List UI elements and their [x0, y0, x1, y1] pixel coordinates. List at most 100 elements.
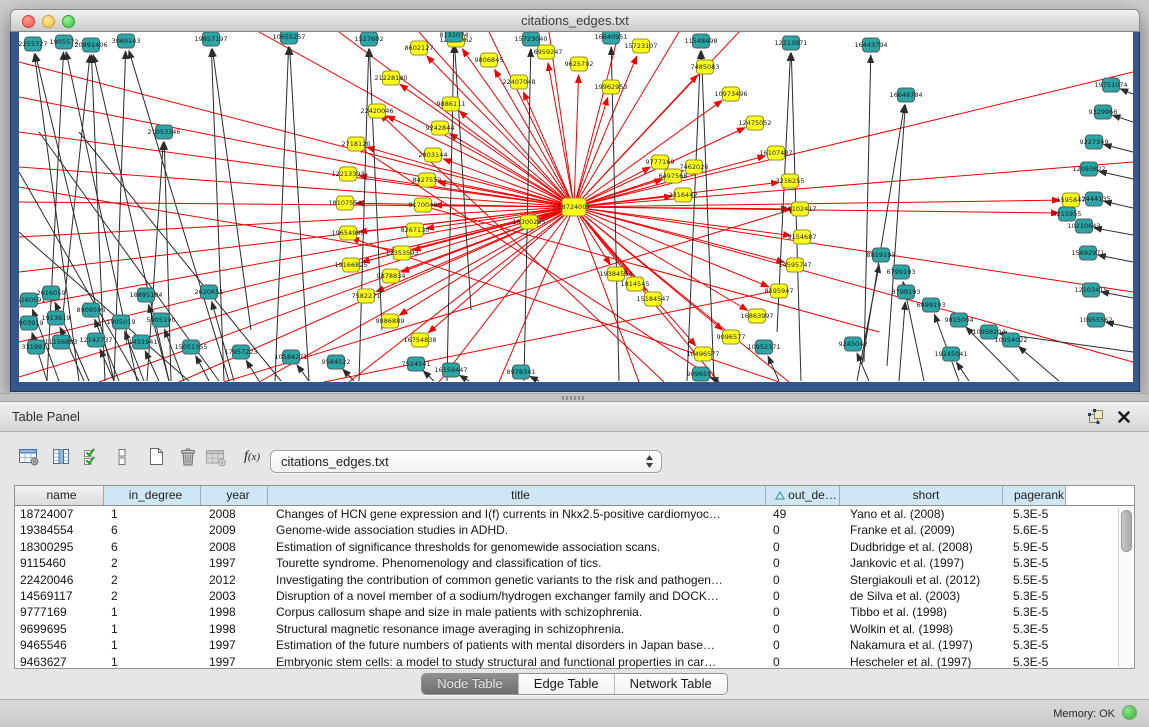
table-cell: Stergiakouli et al. (2012) — [840, 572, 1003, 588]
node-label: 25160591 — [19, 296, 46, 304]
table-row[interactable]: 911546021997Tourette syndrome. Phenomeno… — [15, 555, 1134, 571]
node-label: 10584271 — [274, 353, 307, 361]
network-view-frame: 8602127212281802242004627181201221339318… — [10, 32, 1140, 392]
memory-ok-indicator-icon[interactable] — [1122, 705, 1137, 720]
node-label: 8427552 — [413, 176, 442, 184]
node-label: 12142737 — [79, 336, 112, 344]
delete-table-icon[interactable] — [176, 446, 200, 468]
tab-edge-table[interactable]: Edge Table — [519, 674, 615, 694]
table-cell: Investigating the contribution of common… — [268, 572, 766, 588]
table-cell: 5.6E-5 — [1003, 522, 1066, 538]
table-vertical-scrollbar[interactable] — [1118, 507, 1133, 667]
memory-status-label: Memory: OK — [1053, 707, 1115, 721]
node-label: 9806845 — [475, 56, 504, 64]
node-label: 9096577 — [717, 333, 746, 341]
table-toolbar: f(x) — [17, 446, 264, 468]
splitter-grip-icon[interactable] — [562, 396, 584, 400]
zoom-window-button[interactable] — [62, 15, 75, 28]
table-cell: Hescheler et al. (1997) — [840, 654, 1003, 668]
select-rows-icon[interactable] — [80, 446, 104, 468]
table-cell: Dudbridge et al. (2008) — [840, 539, 1003, 555]
graph-nodes[interactable]: 8602127212281802242004627181201221339318… — [19, 32, 1128, 381]
table-cell: 14569117 — [15, 588, 104, 604]
node-label: 16863997 — [740, 312, 773, 320]
function-builder-icon[interactable]: f(x) — [240, 446, 264, 468]
node-label: 9886889 — [376, 317, 405, 325]
node-label: 2255727 — [19, 40, 47, 48]
table-row[interactable]: 2242004622012Investigating the contribut… — [15, 572, 1134, 588]
node-label: 2316442 — [669, 191, 698, 199]
table-row[interactable]: 1872400712008Changes of HCN gene express… — [15, 506, 1134, 522]
node-label: 8267130 — [401, 226, 430, 234]
column-header-name[interactable]: name — [15, 486, 104, 505]
column-header-year[interactable]: year — [201, 486, 268, 505]
table-cell: 1997 — [201, 654, 268, 668]
column-header-title[interactable]: title — [268, 486, 766, 505]
table-row[interactable]: 969969511998Structural magnetic resonanc… — [15, 621, 1134, 637]
node-label: 19384554 — [599, 270, 632, 278]
sort-ascending-icon — [775, 487, 785, 505]
node-label: 10958204 — [972, 328, 1005, 336]
close-panel-icon[interactable] — [1117, 410, 1131, 429]
table-cell: 1 — [104, 604, 201, 620]
table-cell: 5.3E-5 — [1003, 588, 1066, 604]
table-row[interactable]: 946554611997Estimation of the future num… — [15, 637, 1134, 653]
table-cell: 2008 — [201, 506, 268, 522]
panel-splitter[interactable] — [0, 393, 1149, 402]
table-cell: 0 — [766, 555, 840, 571]
float-panel-icon[interactable] — [1087, 408, 1105, 430]
select-stepper-icon — [645, 454, 654, 475]
node-label: 9154687 — [788, 233, 817, 241]
table-select[interactable]: citations_edges.txt — [270, 450, 662, 473]
node-label: 19751074 — [1094, 81, 1127, 89]
network-canvas[interactable]: 8602127212281802242004627181201221339318… — [19, 32, 1133, 382]
new-table-icon[interactable] — [144, 446, 168, 468]
row-height-icon[interactable] — [110, 446, 134, 468]
table-cell: Disruption of a novel member of a sodium… — [268, 588, 766, 604]
node-label: 1913919 — [42, 314, 71, 322]
node-label: 9815004 — [945, 316, 974, 324]
node-label: 10955562 — [1079, 316, 1112, 324]
column-header-in-degree[interactable]: in_degree — [104, 486, 201, 505]
column-header-filler — [1066, 486, 1134, 505]
table-cell: Structural magnetic resonance image aver… — [268, 621, 766, 637]
table-row[interactable]: 1456911722003Disruption of a novel membe… — [15, 588, 1134, 604]
node-label: 11548498 — [684, 37, 717, 45]
column-settings-icon[interactable] — [49, 446, 73, 468]
tab-network-table[interactable]: Network Table — [615, 674, 727, 694]
node-label: 19857197 — [194, 35, 227, 43]
status-bar: Memory: OK — [0, 699, 1149, 727]
window-title: citations_edges.txt — [11, 10, 1139, 32]
table-cell: 1 — [104, 506, 201, 522]
table-options-icon[interactable] — [17, 446, 41, 468]
node-label: 16640951 — [594, 33, 627, 41]
close-window-button[interactable] — [22, 15, 35, 28]
table-cell: 0 — [766, 637, 840, 653]
table-cell: 19384554 — [15, 522, 104, 538]
table-cell: 2012 — [201, 572, 268, 588]
table-row[interactable]: 1938455462009Genome-wide association stu… — [15, 522, 1134, 538]
table-cell: 0 — [766, 522, 840, 538]
node-label: 9329966 — [1089, 108, 1118, 116]
tab-node-table[interactable]: Node Table — [422, 674, 519, 694]
scrollbar-thumb[interactable] — [1121, 510, 1132, 552]
table-row[interactable]: 977716911998Corpus callosum shape and si… — [15, 604, 1134, 620]
table-row[interactable]: 946362711997Embryonic stem cells: a mode… — [15, 654, 1134, 668]
table-cell: 2 — [104, 555, 201, 571]
node-label: 9096501 — [687, 370, 716, 378]
node-label: 9777169 — [646, 158, 675, 166]
node-label: 9245042 — [839, 340, 868, 348]
table-cell: 9465546 — [15, 637, 104, 653]
node-label: 15723107 — [624, 42, 657, 50]
table-cell: 5.3E-5 — [1003, 555, 1066, 571]
column-header-pagerank[interactable]: pagerank — [1003, 486, 1066, 505]
node-label: 16107487 — [759, 149, 792, 157]
column-header-short[interactable]: short — [840, 486, 1003, 505]
node-label: 6799193 — [887, 268, 916, 276]
window-titlebar[interactable]: citations_edges.txt — [10, 9, 1140, 32]
column-header-out-degree[interactable]: out_de… — [766, 486, 840, 505]
table-cell: Yano et al. (2008) — [840, 506, 1003, 522]
minimize-window-button[interactable] — [42, 15, 55, 28]
table-row[interactable]: 1830029562008Estimation of significance … — [15, 539, 1134, 555]
table-cell: Changes of HCN gene expression and I(f) … — [268, 506, 766, 522]
